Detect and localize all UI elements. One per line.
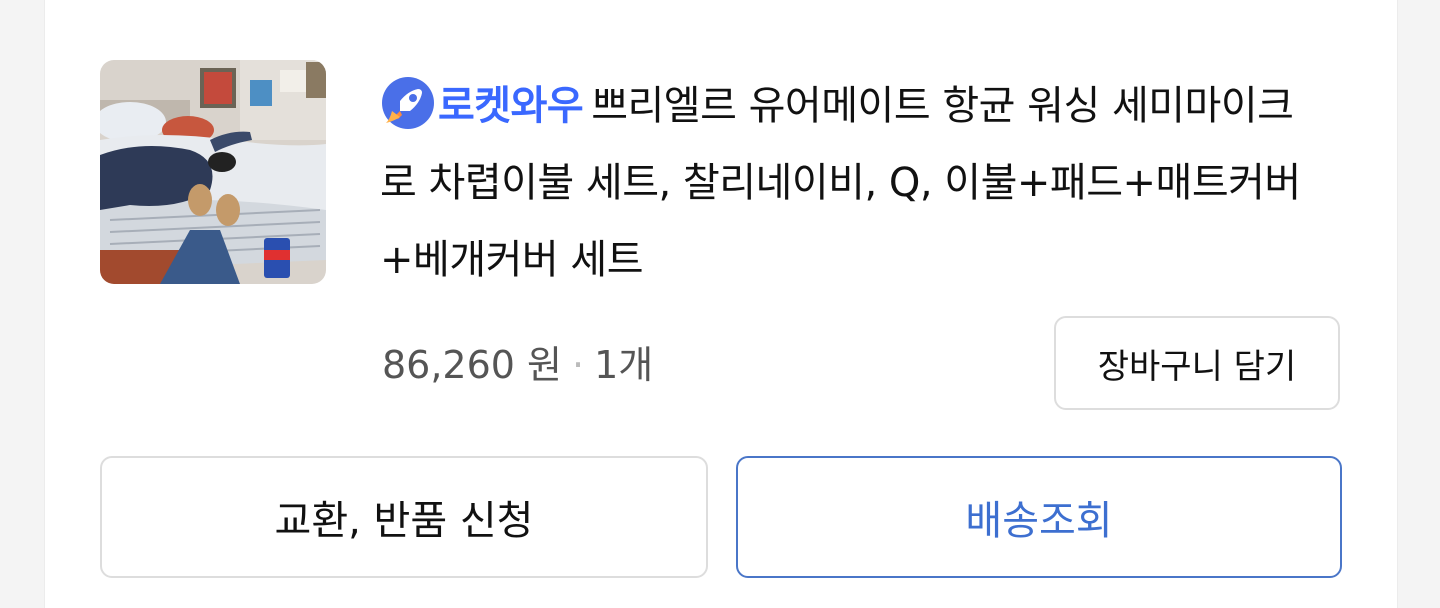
add-to-cart-button[interactable]: 장바구니 담기	[1054, 316, 1340, 410]
price-quantity: 86,260 원 · 1개	[382, 334, 653, 389]
quantity: 1개	[594, 343, 654, 387]
track-delivery-button[interactable]: 배송조회	[736, 456, 1342, 578]
product-photo	[100, 60, 326, 284]
price: 86,260 원	[382, 343, 563, 387]
separator-dot: ·	[572, 343, 585, 387]
rocket-wow-badge: 로켓와우	[380, 68, 584, 145]
rocket-wow-label: 로켓와우	[438, 83, 584, 129]
product-thumbnail[interactable]	[100, 60, 326, 284]
rocket-icon	[382, 77, 434, 129]
product-title-block[interactable]: 로켓와우 쁘리엘르 유어메이트 항균 워싱 세미마이크로 차렵이불 세트, 찰리…	[380, 68, 1320, 299]
exchange-return-button[interactable]: 교환, 반품 신청	[100, 456, 708, 578]
